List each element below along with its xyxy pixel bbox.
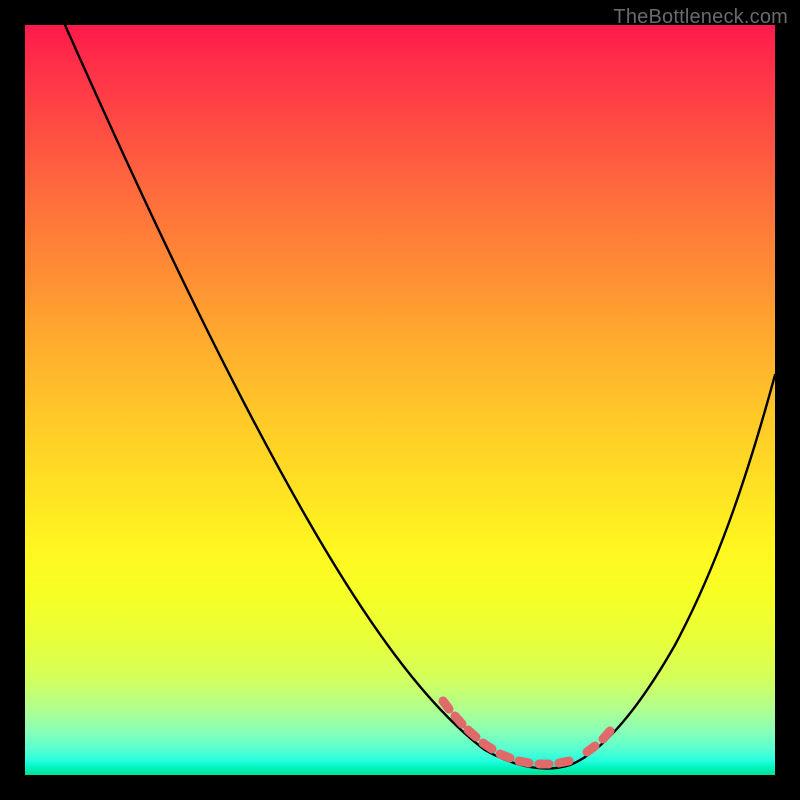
chart-stage: TheBottleneck.com — [0, 0, 800, 800]
min-highlight — [443, 701, 610, 764]
bottleneck-curve — [65, 25, 775, 769]
plot-area — [25, 25, 775, 775]
watermark-text: TheBottleneck.com — [613, 6, 788, 29]
curve-layer — [25, 25, 775, 775]
